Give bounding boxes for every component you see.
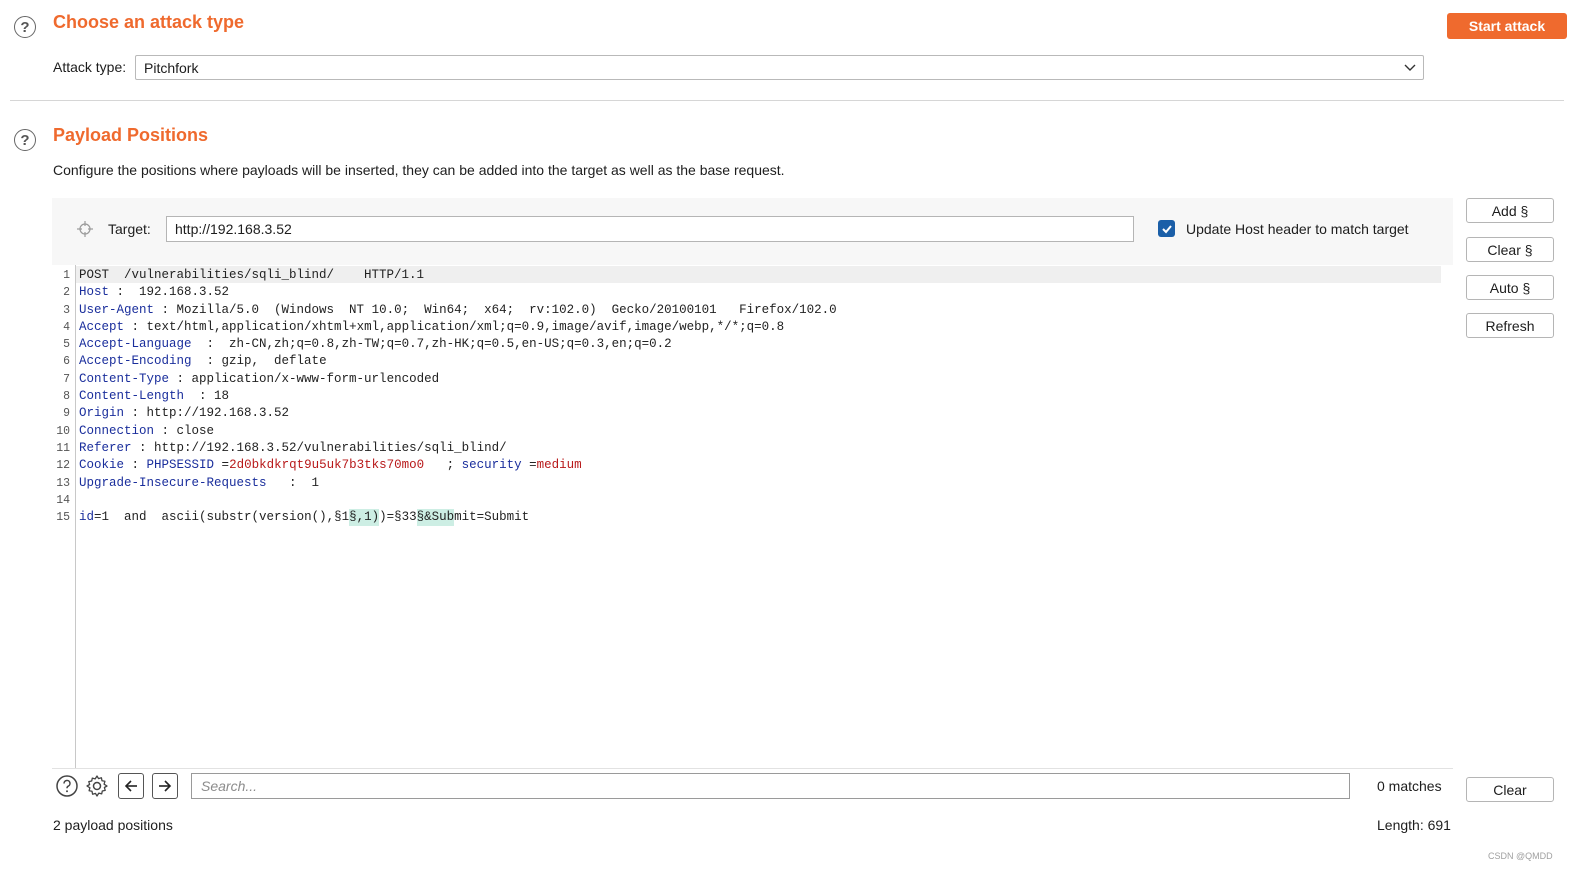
code-line: 11 Referer : http://192.168.3.52/vulnerab… — [52, 440, 837, 457]
help-icon[interactable]: ? — [14, 129, 36, 151]
help-icon[interactable]: ? — [14, 16, 36, 38]
payload-positions-count: 2 payload positions — [53, 817, 173, 833]
target-label: Target: — [108, 221, 151, 237]
watermark: CSDN @QMDD — [1488, 851, 1553, 861]
code-line: 2 Host : 192.168.3.52 — [52, 284, 837, 301]
code-line: 1 POST /vulnerabilities/sqli_blind/ HTTP/… — [52, 267, 837, 284]
help-icon[interactable] — [55, 774, 79, 798]
header-name: Host — [79, 285, 110, 300]
payload-marker: §,1) — [349, 509, 380, 527]
code-line: 15 id = 1 and ascii(substr(version(),§1 §,1)… — [52, 509, 837, 527]
code-line: 3 User-Agent : Mozilla/5.0 (Windows NT 10… — [52, 302, 837, 319]
header-name: Connection — [79, 423, 155, 438]
clear-search-button[interactable]: Clear — [1466, 777, 1554, 802]
header-value: application/x-www-form-urlencoded — [191, 371, 440, 386]
gear-icon[interactable] — [85, 774, 109, 798]
chevron-down-icon — [1404, 64, 1416, 71]
header-name: Accept — [79, 319, 125, 334]
code-line: 12 Cookie : PHPSESSID = 2d0bkdkrqt9u5uk7b3… — [56, 458, 582, 473]
previous-match-button[interactable] — [118, 773, 144, 799]
matches-count: 0 matches — [1377, 778, 1442, 794]
auto-marker-button[interactable]: Auto § — [1466, 275, 1554, 300]
code-line: 10 Connection : close — [52, 423, 837, 440]
header-name: Accept-Encoding — [79, 354, 192, 369]
target-input[interactable]: http://192.168.3.52 — [166, 216, 1134, 242]
checkmark-icon — [1161, 224, 1172, 233]
next-match-button[interactable] — [152, 773, 178, 799]
header-value: text/html,application/xhtml+xml,applicat… — [146, 319, 785, 334]
code-line: 7 Content-Type : application/x-www-form-u… — [52, 371, 837, 388]
clear-markers-button[interactable]: Clear § — [1466, 237, 1554, 262]
attack-type-select[interactable]: Pitchfork — [135, 55, 1424, 80]
header-value: Mozilla/5.0 (Windows NT 10.0; Win64; x64… — [176, 302, 837, 317]
request-line: POST /vulnerabilities/sqli_blind/ HTTP/1… — [79, 268, 425, 282]
code-line: 8 Content-Length : 18 — [52, 388, 837, 405]
code-line: 4 Accept : text/html,application/xhtml+xm… — [52, 319, 837, 336]
header-name: Origin — [79, 406, 125, 421]
header-value: gzip, deflate — [221, 354, 327, 369]
start-attack-button[interactable]: Start attack — [1447, 13, 1567, 39]
header-name: User-Agent — [79, 302, 155, 317]
positions-description: Configure the positions where payloads w… — [53, 162, 785, 178]
header-name: Accept-Language — [79, 337, 192, 352]
header-name: Content-Type — [79, 371, 170, 386]
request-code: 1 POST /vulnerabilities/sqli_blind/ HTTP/… — [52, 267, 837, 527]
code-line: 9 Origin : http://192.168.3.52 — [52, 405, 837, 422]
section-divider — [10, 100, 1564, 101]
crosshair-icon — [77, 221, 93, 237]
arrow-right-icon — [159, 780, 172, 792]
header-value: http://192.168.3.52 — [146, 406, 290, 421]
intruder-positions-page: ? Choose an attack type Start attack Att… — [0, 0, 1582, 878]
attack-type-label: Attack type: — [53, 59, 127, 75]
header-value: 18 — [214, 389, 230, 404]
header-value: zh-CN,zh;q=0.8,zh-TW;q=0.7,zh-HK;q=0.5,e… — [229, 337, 672, 352]
search-input[interactable]: Search... — [191, 773, 1350, 799]
update-host-checkbox[interactable] — [1158, 220, 1175, 237]
refresh-button[interactable]: Refresh — [1466, 313, 1554, 338]
code-line: 6 Accept-Encoding : gzip, deflate — [52, 353, 837, 370]
payload-marker: §&Sub — [416, 509, 455, 527]
attack-type-title: Choose an attack type — [53, 12, 245, 32]
request-length: Length: 691 — [1377, 817, 1451, 833]
arrow-left-icon — [124, 780, 137, 792]
attack-type-value: Pitchfork — [144, 59, 199, 76]
code-line: 14 — [56, 493, 70, 507]
header-name: Referer — [79, 440, 132, 455]
code-line: 5 Accept-Language : zh-CN,zh;q=0.8,zh-TW;… — [52, 336, 837, 353]
add-marker-button[interactable]: Add § — [1466, 198, 1554, 223]
header-value: close — [176, 423, 215, 438]
header-value: http://192.168.3.52/vulnerabilities/sqli… — [154, 440, 507, 455]
code-line: 13 Upgrade-Insecure-Requests : 1 — [56, 475, 320, 490]
header-name: Content-Length — [79, 389, 185, 404]
header-value: 192.168.3.52 — [139, 285, 230, 300]
payload-positions-title: Payload Positions — [53, 125, 209, 145]
update-host-label: Update Host header to match target — [1186, 221, 1409, 237]
